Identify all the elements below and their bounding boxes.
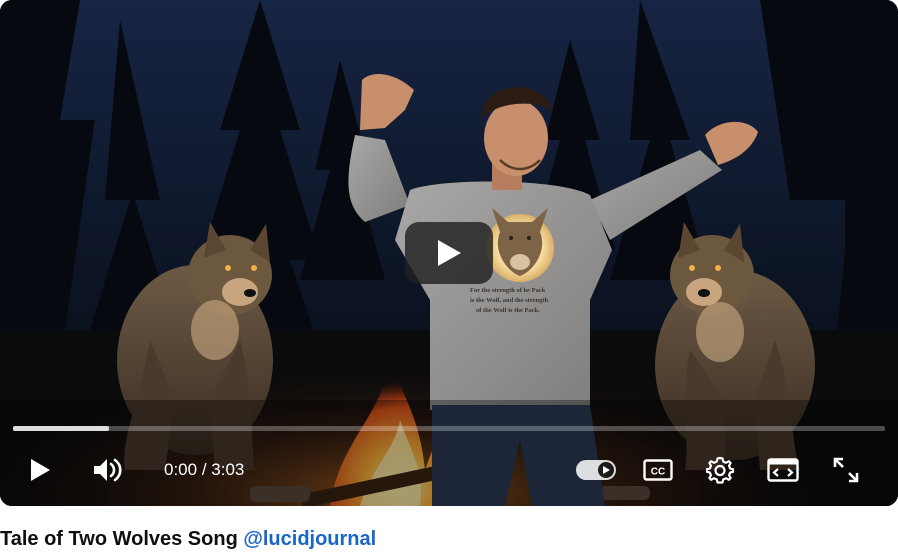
autoplay-toggle-icon <box>598 462 614 478</box>
shirt-text-line-2: is the Wolf, and the strength <box>470 297 549 304</box>
closed-captions-icon: CC <box>643 459 673 481</box>
shirt-text-line-3: of the Wolf is the Pack. <box>476 307 540 314</box>
video-title: Tale of Two Wolves Song <box>0 528 238 550</box>
theater-mode-icon <box>767 458 799 482</box>
play-icon <box>31 459 50 481</box>
large-play-button[interactable] <box>405 222 493 284</box>
fullscreen-button[interactable] <box>828 454 864 486</box>
progress-played <box>13 426 109 431</box>
gear-icon <box>706 456 734 484</box>
closed-captions-button[interactable]: CC <box>640 454 676 486</box>
progress-bar[interactable] <box>13 426 885 431</box>
shirt-text-line-1: For the strength of he Pack <box>470 287 546 294</box>
settings-button[interactable] <box>702 454 738 486</box>
time-separator: / <box>197 460 212 479</box>
autoplay-toggle[interactable] <box>576 460 616 480</box>
volume-button[interactable] <box>89 454 125 486</box>
theater-mode-button[interactable] <box>765 454 801 486</box>
time-display: 0:00 / 3:03 <box>164 460 244 480</box>
svg-text:CC: CC <box>651 467 665 478</box>
fullscreen-icon <box>833 457 859 483</box>
play-icon <box>438 240 461 266</box>
channel-handle-link[interactable]: @lucidjournal <box>243 528 376 550</box>
video-player[interactable]: For the strength of he Pack is the Wolf,… <box>0 0 898 506</box>
current-time: 0:00 <box>164 460 198 479</box>
player-controls: 0:00 / 3:03 CC <box>0 446 898 494</box>
duration: 3:03 <box>211 460 245 479</box>
video-caption: Tale of Two Wolves Song @lucidjournal <box>0 526 376 552</box>
volume-icon <box>94 458 122 482</box>
play-button[interactable] <box>22 454 58 486</box>
